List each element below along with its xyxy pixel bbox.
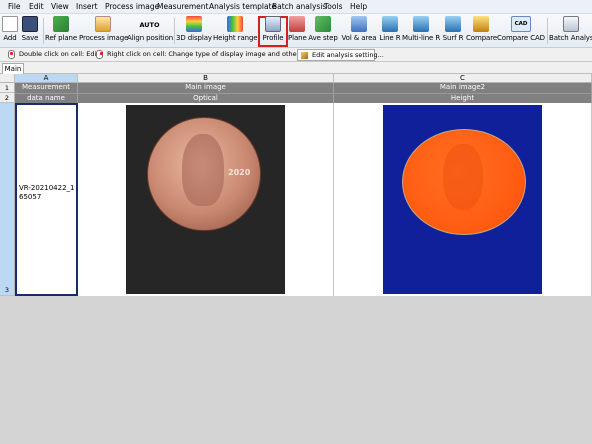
plane-icon: [289, 16, 305, 32]
menu-insert[interactable]: Insert: [76, 2, 98, 11]
column-header-b[interactable]: B: [78, 74, 334, 83]
optical-image: 2020: [126, 105, 285, 294]
tab-main[interactable]: Main: [2, 63, 24, 74]
cell-b3-optical-image[interactable]: 2020: [78, 103, 334, 296]
process-image-icon: [94, 16, 111, 32]
ave-step-icon: [315, 16, 331, 32]
cell-a1[interactable]: Measurement: [15, 83, 78, 93]
lincoln-relief: [443, 144, 483, 210]
measurement-data-name: VR-20210422_165057: [19, 184, 75, 201]
penny-height-map: [402, 129, 526, 235]
toolbar-separator: [174, 18, 175, 44]
cell-a2[interactable]: data name: [15, 93, 78, 103]
toolbar: Add Save Ref plane Process image AUTO Al…: [0, 14, 592, 48]
ref-plane-button[interactable]: Ref plane: [45, 15, 77, 47]
add-button[interactable]: Add: [1, 15, 19, 47]
save-button[interactable]: Save: [20, 15, 40, 47]
edit-settings-icon: [301, 52, 308, 59]
toolbar-separator: [547, 18, 548, 44]
cell-c2[interactable]: Height: [334, 93, 592, 103]
menu-tools[interactable]: Tools: [324, 2, 342, 11]
menu-batch-analysis[interactable]: Batch analysis: [272, 2, 326, 11]
menu-edit[interactable]: Edit: [29, 2, 44, 11]
compare-button[interactable]: Compare: [466, 15, 497, 47]
column-header-c[interactable]: C: [334, 74, 592, 83]
3d-display-icon: [186, 16, 202, 32]
penny-coin-image: 2020: [147, 117, 261, 231]
height-range-icon: [227, 16, 243, 32]
row-header-2[interactable]: 2: [0, 93, 15, 103]
toolbar-separator: [43, 18, 44, 44]
hint-double-click: Double click on cell: Edit: [19, 50, 99, 58]
profile-icon: [265, 16, 281, 32]
cell-b1[interactable]: Main image: [78, 83, 334, 93]
menu-bar: File Edit View Insert Process image Meas…: [0, 0, 592, 14]
analysis-grid: A B C 1 2 3 Measurement Main image Main …: [0, 74, 592, 296]
menu-analysis-template[interactable]: Analysis template: [209, 2, 276, 11]
menu-file[interactable]: File: [8, 2, 21, 11]
3d-display-button[interactable]: 3D display: [176, 15, 212, 47]
profile-button[interactable]: Profile: [260, 15, 286, 47]
add-icon: [2, 16, 18, 32]
surf-r-icon: [445, 16, 461, 32]
compare-cad-button[interactable]: CAD Compare CAD: [497, 15, 545, 47]
cell-a3-data-name[interactable]: VR-20210422_165057: [15, 103, 78, 296]
lincoln-portrait: [182, 134, 224, 206]
align-position-icon: AUTO: [139, 21, 160, 29]
row-header-1[interactable]: 1: [0, 83, 15, 93]
batch-analysis-button[interactable]: Batch Analysis: [549, 15, 592, 47]
save-icon: [22, 16, 38, 32]
multi-line-r-button[interactable]: Multi-line R: [402, 15, 440, 47]
line-r-button[interactable]: Line R: [379, 15, 401, 47]
row-header-3[interactable]: 3: [0, 103, 15, 296]
height-range-button[interactable]: Height range: [213, 15, 258, 47]
cell-b2[interactable]: Optical: [78, 93, 334, 103]
corner-cell[interactable]: [0, 74, 15, 83]
line-r-icon: [382, 16, 398, 32]
menu-measurement[interactable]: Measurement: [157, 2, 209, 11]
menu-view[interactable]: View: [51, 2, 69, 11]
mouse-left-icon: [8, 50, 15, 59]
cell-c3-height-image[interactable]: [334, 103, 592, 296]
menu-help[interactable]: Help: [350, 2, 367, 11]
vol-area-icon: [351, 16, 367, 32]
height-image: [383, 105, 542, 294]
sheet-tab-bar: Main: [0, 62, 592, 74]
hint-right-click: Right click on cell: Change type of disp…: [107, 50, 325, 58]
hint-bar: Double click on cell: Edit Right click o…: [0, 48, 592, 62]
ave-step-button[interactable]: Ave step: [307, 15, 339, 47]
plane-button[interactable]: Plane: [288, 15, 307, 47]
column-header-a[interactable]: A: [15, 74, 78, 83]
edit-analysis-setting-button[interactable]: Edit analysis setting...: [297, 49, 384, 61]
ref-plane-icon: [53, 16, 69, 32]
multi-line-r-icon: [413, 16, 429, 32]
cell-c1[interactable]: Main image2: [334, 83, 592, 93]
compare-cad-icon: CAD: [511, 16, 531, 32]
menu-process-image[interactable]: Process image: [105, 2, 159, 11]
empty-workspace: [0, 296, 592, 444]
coin-year: 2020: [228, 168, 251, 177]
batch-analysis-icon: [562, 16, 579, 32]
mouse-right-icon: [96, 50, 103, 59]
surf-r-button[interactable]: Surf R: [441, 15, 465, 47]
scale-compare-icon: [473, 16, 489, 32]
process-image-button[interactable]: Process image: [79, 15, 128, 47]
vol-area-button[interactable]: Vol & area: [340, 15, 378, 47]
align-position-button[interactable]: AUTO Align position: [127, 15, 173, 47]
